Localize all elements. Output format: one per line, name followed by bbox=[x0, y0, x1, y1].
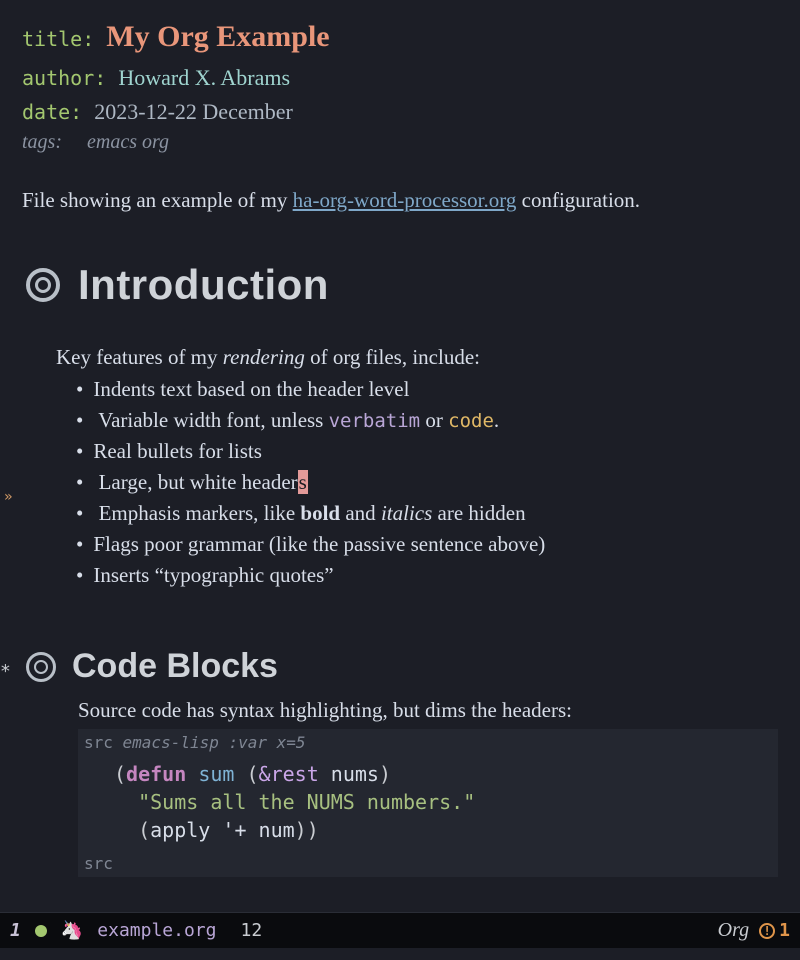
src-block-code: (defun sum (&rest nums) "Sums all the NU… bbox=[78, 756, 778, 850]
heading-code-blocks-text: Code Blocks bbox=[72, 647, 278, 686]
src-block-header: src emacs-lisp :var x=5 bbox=[78, 729, 778, 756]
list-item: Large, but white headers bbox=[76, 467, 778, 498]
verbatim-text: verbatim bbox=[329, 410, 421, 432]
meta-key-tags: tags: bbox=[22, 131, 62, 153]
fringe-continuation-mark: » bbox=[4, 489, 12, 505]
modeline-modified-indicator bbox=[35, 925, 47, 937]
src-lead: Source code has syntax highlighting, but… bbox=[78, 698, 778, 723]
intro-paragraph: File showing an example of my ha-org-wor… bbox=[22, 188, 778, 213]
modeline-window-number: 1 bbox=[10, 920, 21, 941]
modeline-buffer-name[interactable]: example.org bbox=[97, 920, 216, 941]
text-cursor: s bbox=[298, 470, 308, 494]
list-item: Real bullets for lists bbox=[76, 436, 778, 467]
code-text: code bbox=[448, 410, 494, 432]
meta-key-author: author: bbox=[22, 66, 106, 90]
features-list: Indents text based on the header level V… bbox=[76, 374, 778, 592]
org-meta-tags: tags: emacs org bbox=[22, 131, 778, 154]
org-meta-author: author: Howard X. Abrams bbox=[22, 61, 778, 95]
meta-val-date: 2023-12-22 December bbox=[94, 99, 293, 124]
modeline-flycheck-warning[interactable]: ! 1 bbox=[759, 920, 790, 941]
config-link[interactable]: ha-org-word-processor.org bbox=[293, 188, 517, 212]
heading-code-blocks[interactable]: Code Blocks bbox=[22, 647, 778, 686]
editor-buffer[interactable]: » title: My Org Example author: Howard X… bbox=[0, 0, 800, 912]
meta-val-title: My Org Example bbox=[106, 20, 329, 53]
list-item: Flags poor grammar (like the passive sen… bbox=[76, 529, 778, 560]
list-item: Emphasis markers, like bold and italics … bbox=[76, 498, 778, 529]
mode-line[interactable]: 1 🦄 example.org 12 Org ! 1 bbox=[0, 912, 800, 948]
modeline-major-mode[interactable]: Org bbox=[718, 919, 749, 942]
modeline-line-number: 12 bbox=[240, 920, 262, 941]
unicorn-icon: 🦄 bbox=[61, 920, 83, 941]
org-meta-title: title: My Org Example bbox=[22, 14, 778, 61]
heading-introduction-text: Introduction bbox=[78, 261, 329, 309]
meta-val-author: Howard X. Abrams bbox=[118, 65, 290, 90]
meta-key-date: date: bbox=[22, 100, 82, 124]
heading-bullet-icon bbox=[26, 652, 56, 682]
list-item: Indents text based on the header level bbox=[76, 374, 778, 405]
org-meta-date: date: 2023-12-22 December bbox=[22, 95, 778, 129]
list-item: Inserts “typographic quotes” bbox=[76, 560, 778, 591]
meta-key-title: title: bbox=[22, 27, 94, 51]
features-lead: Key features of my rendering of org file… bbox=[56, 345, 778, 370]
minibuffer-area[interactable] bbox=[0, 948, 800, 960]
list-item: Variable width font, unless verbatim or … bbox=[76, 405, 778, 436]
meta-val-tags: emacs org bbox=[87, 131, 169, 153]
warning-icon: ! bbox=[759, 923, 775, 939]
heading-bullet-icon bbox=[26, 268, 60, 302]
src-block[interactable]: src emacs-lisp :var x=5 (defun sum (&res… bbox=[78, 729, 778, 877]
heading-star-glyph: * bbox=[0, 661, 11, 682]
src-block-footer: src bbox=[78, 850, 778, 877]
heading-introduction[interactable]: Introduction bbox=[22, 261, 778, 309]
